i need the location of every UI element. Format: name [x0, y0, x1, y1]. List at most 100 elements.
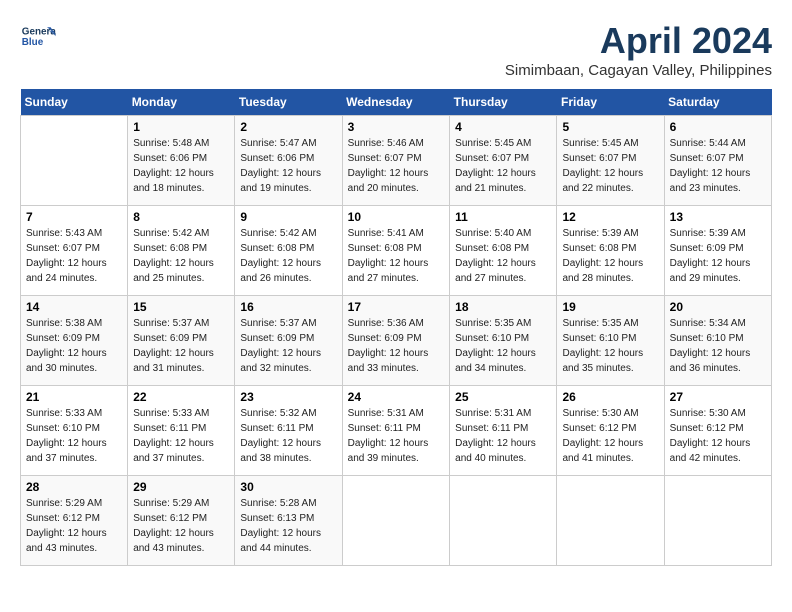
calendar-cell: 23 Sunrise: 5:32 AM Sunset: 6:11 PM Dayli… — [235, 386, 342, 476]
day-number: 10 — [348, 210, 445, 224]
day-number: 24 — [348, 390, 445, 404]
calendar-cell: 1 Sunrise: 5:48 AM Sunset: 6:06 PM Daylig… — [128, 116, 235, 206]
day-info: Sunrise: 5:42 AM Sunset: 6:08 PM Dayligh… — [240, 226, 336, 286]
weekday-header: Saturday — [664, 89, 771, 116]
day-info: Sunrise: 5:42 AM Sunset: 6:08 PM Dayligh… — [133, 226, 229, 286]
day-number: 1 — [133, 120, 229, 134]
calendar-week-row: 14Sunrise: 5:38 AM Sunset: 6:09 PM Dayli… — [21, 296, 772, 386]
day-info: Sunrise: 5:33 AM Sunset: 6:11 PM Dayligh… — [133, 406, 229, 466]
day-number: 3 — [348, 120, 445, 134]
calendar-cell: 28 Sunrise: 5:29 AM Sunset: 6:12 PM Dayli… — [21, 476, 128, 566]
calendar-cell: 21 Sunrise: 5:33 AM Sunset: 6:10 PM Dayli… — [21, 386, 128, 476]
day-info: Sunrise: 5:35 AM Sunset: 6:10 PM Dayligh… — [455, 316, 551, 376]
day-number: 14 — [26, 300, 122, 314]
calendar-week-row: 21 Sunrise: 5:33 AM Sunset: 6:10 PM Dayli… — [21, 386, 772, 476]
calendar-cell: 11 Sunrise: 5:40 AM Sunset: 6:08 PM Dayli… — [450, 206, 557, 296]
day-number: 18 — [455, 300, 551, 314]
calendar-cell: 26 Sunrise: 5:30 AM Sunset: 6:12 PM Dayli… — [557, 386, 664, 476]
day-info: Sunrise: 5:33 AM Sunset: 6:10 PM Dayligh… — [26, 406, 122, 466]
calendar-cell: 30 Sunrise: 5:28 AM Sunset: 6:13 PM Dayli… — [235, 476, 342, 566]
calendar-cell — [342, 476, 450, 566]
calendar-cell: 5Sunrise: 5:45 AM Sunset: 6:07 PM Daylig… — [557, 116, 664, 206]
calendar-week-row: 1 Sunrise: 5:48 AM Sunset: 6:06 PM Daylig… — [21, 116, 772, 206]
calendar-cell: 10 Sunrise: 5:41 AM Sunset: 6:08 PM Dayli… — [342, 206, 450, 296]
header: General Blue April 2024 Simimbaan, Cagay… — [20, 20, 772, 79]
day-number: 21 — [26, 390, 122, 404]
day-info: Sunrise: 5:29 AM Sunset: 6:12 PM Dayligh… — [26, 496, 122, 556]
calendar-cell: 25 Sunrise: 5:31 AM Sunset: 6:11 PM Dayli… — [450, 386, 557, 476]
calendar-cell: 16 Sunrise: 5:37 AM Sunset: 6:09 PM Dayli… — [235, 296, 342, 386]
day-info: Sunrise: 5:47 AM Sunset: 6:06 PM Dayligh… — [240, 136, 336, 196]
day-number: 23 — [240, 390, 336, 404]
day-number: 6 — [670, 120, 766, 134]
day-number: 22 — [133, 390, 229, 404]
day-info: Sunrise: 5:31 AM Sunset: 6:11 PM Dayligh… — [348, 406, 445, 466]
day-info: Sunrise: 5:37 AM Sunset: 6:09 PM Dayligh… — [133, 316, 229, 376]
day-number: 29 — [133, 480, 229, 494]
calendar-cell: 8Sunrise: 5:42 AM Sunset: 6:08 PM Daylig… — [128, 206, 235, 296]
day-info: Sunrise: 5:40 AM Sunset: 6:08 PM Dayligh… — [455, 226, 551, 286]
calendar-week-row: 7 Sunrise: 5:43 AM Sunset: 6:07 PM Daylig… — [21, 206, 772, 296]
day-info: Sunrise: 5:36 AM Sunset: 6:09 PM Dayligh… — [348, 316, 445, 376]
calendar-cell: 4Sunrise: 5:45 AM Sunset: 6:07 PM Daylig… — [450, 116, 557, 206]
title-area: April 2024 Simimbaan, Cagayan Valley, Ph… — [505, 20, 772, 79]
day-number: 27 — [670, 390, 766, 404]
day-info: Sunrise: 5:30 AM Sunset: 6:12 PM Dayligh… — [562, 406, 658, 466]
calendar-cell — [450, 476, 557, 566]
calendar-week-row: 28 Sunrise: 5:29 AM Sunset: 6:12 PM Dayli… — [21, 476, 772, 566]
day-info: Sunrise: 5:30 AM Sunset: 6:12 PM Dayligh… — [670, 406, 766, 466]
day-number: 17 — [348, 300, 445, 314]
weekday-header: Friday — [557, 89, 664, 116]
calendar-table: SundayMondayTuesdayWednesdayThursdayFrid… — [20, 89, 772, 566]
day-info: Sunrise: 5:46 AM Sunset: 6:07 PM Dayligh… — [348, 136, 445, 196]
calendar-cell: 24 Sunrise: 5:31 AM Sunset: 6:11 PM Dayli… — [342, 386, 450, 476]
day-number: 15 — [133, 300, 229, 314]
day-info: Sunrise: 5:45 AM Sunset: 6:07 PM Dayligh… — [455, 136, 551, 196]
day-number: 20 — [670, 300, 766, 314]
day-number: 30 — [240, 480, 336, 494]
day-number: 16 — [240, 300, 336, 314]
day-number: 28 — [26, 480, 122, 494]
day-info: Sunrise: 5:37 AM Sunset: 6:09 PM Dayligh… — [240, 316, 336, 376]
calendar-cell: 2 Sunrise: 5:47 AM Sunset: 6:06 PM Daylig… — [235, 116, 342, 206]
calendar-cell: 17 Sunrise: 5:36 AM Sunset: 6:09 PM Dayli… — [342, 296, 450, 386]
day-info: Sunrise: 5:29 AM Sunset: 6:12 PM Dayligh… — [133, 496, 229, 556]
day-number: 25 — [455, 390, 551, 404]
logo-icon: General Blue — [20, 20, 56, 56]
day-info: Sunrise: 5:41 AM Sunset: 6:08 PM Dayligh… — [348, 226, 445, 286]
calendar-cell: 27 Sunrise: 5:30 AM Sunset: 6:12 PM Dayli… — [664, 386, 771, 476]
day-info: Sunrise: 5:31 AM Sunset: 6:11 PM Dayligh… — [455, 406, 551, 466]
day-info: Sunrise: 5:44 AM Sunset: 6:07 PM Dayligh… — [670, 136, 766, 196]
calendar-subtitle: Simimbaan, Cagayan Valley, Philippines — [505, 62, 772, 79]
calendar-cell: 19Sunrise: 5:35 AM Sunset: 6:10 PM Dayli… — [557, 296, 664, 386]
calendar-cell: 12 Sunrise: 5:39 AM Sunset: 6:08 PM Dayli… — [557, 206, 664, 296]
day-info: Sunrise: 5:39 AM Sunset: 6:09 PM Dayligh… — [670, 226, 766, 286]
day-info: Sunrise: 5:34 AM Sunset: 6:10 PM Dayligh… — [670, 316, 766, 376]
calendar-cell: 9 Sunrise: 5:42 AM Sunset: 6:08 PM Daylig… — [235, 206, 342, 296]
day-info: Sunrise: 5:43 AM Sunset: 6:07 PM Dayligh… — [26, 226, 122, 286]
calendar-cell: 6 Sunrise: 5:44 AM Sunset: 6:07 PM Daylig… — [664, 116, 771, 206]
calendar-cell — [21, 116, 128, 206]
calendar-cell: 14Sunrise: 5:38 AM Sunset: 6:09 PM Dayli… — [21, 296, 128, 386]
day-number: 12 — [562, 210, 658, 224]
weekday-header: Thursday — [450, 89, 557, 116]
calendar-cell: 29 Sunrise: 5:29 AM Sunset: 6:12 PM Dayli… — [128, 476, 235, 566]
day-number: 19 — [562, 300, 658, 314]
day-number: 9 — [240, 210, 336, 224]
weekday-header: Tuesday — [235, 89, 342, 116]
day-info: Sunrise: 5:39 AM Sunset: 6:08 PM Dayligh… — [562, 226, 658, 286]
day-number: 2 — [240, 120, 336, 134]
day-info: Sunrise: 5:48 AM Sunset: 6:06 PM Dayligh… — [133, 136, 229, 196]
weekday-header: Monday — [128, 89, 235, 116]
day-info: Sunrise: 5:28 AM Sunset: 6:13 PM Dayligh… — [240, 496, 336, 556]
day-info: Sunrise: 5:45 AM Sunset: 6:07 PM Dayligh… — [562, 136, 658, 196]
calendar-title: April 2024 — [505, 20, 772, 62]
day-number: 11 — [455, 210, 551, 224]
day-number: 26 — [562, 390, 658, 404]
calendar-cell: 18 Sunrise: 5:35 AM Sunset: 6:10 PM Dayli… — [450, 296, 557, 386]
calendar-cell — [664, 476, 771, 566]
day-number: 13 — [670, 210, 766, 224]
day-info: Sunrise: 5:32 AM Sunset: 6:11 PM Dayligh… — [240, 406, 336, 466]
day-number: 7 — [26, 210, 122, 224]
calendar-cell: 13 Sunrise: 5:39 AM Sunset: 6:09 PM Dayli… — [664, 206, 771, 296]
